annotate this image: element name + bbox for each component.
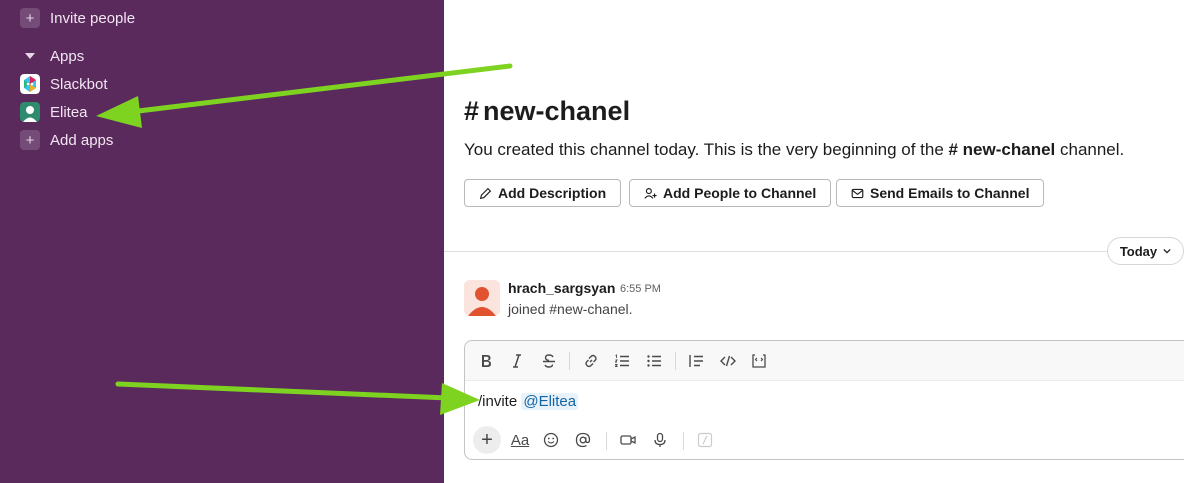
bold-icon[interactable] [475, 350, 497, 372]
message-composer[interactable]: /invite @Elitea + Aa [464, 340, 1184, 460]
intro-prefix: You created this channel today. This is … [464, 140, 949, 159]
email-icon [851, 188, 864, 198]
plus-icon[interactable]: + [473, 426, 501, 454]
strikethrough-icon[interactable] [538, 350, 560, 372]
send-emails-label: Send Emails to Channel [870, 185, 1030, 201]
microphone-icon[interactable] [649, 429, 671, 451]
add-people-label: Add People to Channel [663, 185, 817, 201]
emoji-icon[interactable] [540, 429, 562, 451]
chevron-down-icon [1163, 248, 1171, 254]
sidebar: + Invite people Apps Slackbot Elitea + A… [0, 0, 444, 483]
channel-intro-text: You created this channel today. This is … [464, 140, 1124, 160]
add-description-button[interactable]: Add Description [464, 179, 622, 207]
pencil-icon [479, 187, 492, 199]
add-apps-item[interactable]: + Add apps [20, 127, 113, 153]
channel-title: # new-chanel [464, 96, 630, 127]
add-people-button[interactable]: Add People to Channel [629, 179, 832, 207]
mention-icon[interactable] [572, 429, 594, 451]
sidebar-item-slackbot[interactable]: Slackbot [20, 71, 108, 97]
intro-suffix: channel. [1055, 140, 1125, 159]
toolbar-separator [569, 352, 570, 370]
link-icon[interactable] [580, 350, 602, 372]
date-divider-line [444, 251, 1184, 252]
avatar[interactable] [464, 280, 500, 316]
toolbar-separator [675, 352, 676, 370]
slash-shortcut-icon[interactable] [694, 429, 716, 451]
formatting-toolbar [465, 341, 1184, 381]
invite-people-item[interactable]: + Invite people [20, 5, 135, 31]
channel-name: new-chanel [483, 96, 631, 126]
intro-channel-name: # new-chanel [948, 140, 1056, 159]
invite-people-label: Invite people [50, 9, 136, 27]
blockquote-icon[interactable] [685, 350, 707, 372]
ordered-list-icon[interactable] [611, 350, 633, 372]
toolbar-separator [683, 432, 684, 450]
add-description-label: Add Description [498, 185, 607, 201]
hash-icon: # [464, 96, 480, 126]
plus-icon: + [20, 130, 40, 150]
plus-icon: + [20, 8, 40, 28]
code-icon[interactable] [717, 350, 739, 372]
sidebar-item-elitea[interactable]: Elitea [20, 99, 88, 125]
bulleted-list-icon[interactable] [643, 350, 665, 372]
video-icon[interactable] [617, 429, 639, 451]
add-person-icon [644, 187, 657, 199]
date-divider-pill[interactable]: Today [1107, 237, 1184, 265]
message-author[interactable]: hrach_sargsyan [508, 280, 615, 296]
caret-down-icon [20, 46, 40, 66]
send-emails-button[interactable]: Send Emails to Channel [836, 179, 1045, 207]
slackbot-icon [20, 74, 40, 94]
text-format-icon[interactable]: Aa [508, 429, 532, 451]
message-text: joined #new-chanel. [508, 301, 633, 317]
date-label: Today [1119, 243, 1158, 259]
mention-chip[interactable]: @Elitea [521, 393, 579, 410]
apps-section-header[interactable]: Apps [20, 43, 84, 69]
add-apps-label: Add apps [50, 131, 114, 149]
channel-main-pane: # new-chanel You created this channel to… [444, 0, 1184, 483]
message-input[interactable]: /invite @Elitea [478, 393, 579, 410]
elitea-app-icon [20, 102, 40, 122]
apps-section-label: Apps [50, 47, 85, 65]
slash-command-text: /invite [478, 393, 522, 410]
code-block-icon[interactable] [748, 350, 770, 372]
sidebar-item-label: Elitea [50, 103, 88, 121]
toolbar-separator [606, 432, 607, 450]
italic-icon[interactable] [506, 350, 528, 372]
message-timestamp[interactable]: 6:55 PM [620, 283, 661, 295]
sidebar-item-label: Slackbot [50, 75, 108, 93]
